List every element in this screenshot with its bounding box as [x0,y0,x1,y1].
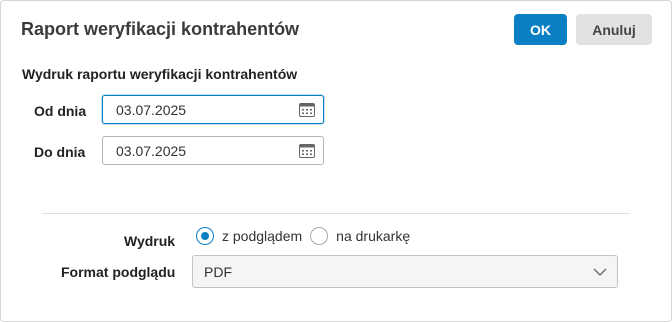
radio-with-preview-label: z podglądem [222,228,303,244]
chevron-down-icon [593,268,607,276]
radio-with-preview[interactable]: z podglądem [196,227,302,245]
print-label: Wydruk [124,233,176,249]
dialog-title: Raport weryfikacji kontrahentów [21,19,300,39]
to-date-value: 03.07.2025 [116,142,187,159]
preview-format-select[interactable]: PDF [192,255,618,288]
cancel-button[interactable]: Anuluj [576,14,652,45]
from-date-label: Od dnia [34,103,87,119]
to-date-label: Do dnia [34,144,86,160]
divider [42,213,630,214]
calendar-icon[interactable] [299,102,315,117]
preview-format-label: Format podglądu [61,264,176,280]
from-date-field[interactable]: 03.07.2025 [102,95,324,124]
calendar-icon[interactable] [299,143,315,158]
preview-format-value: PDF [204,263,232,280]
radio-with-preview-circle[interactable] [196,227,214,245]
radio-to-printer[interactable]: na drukarkę [310,227,410,245]
radio-to-printer-label: na drukarkę [336,228,411,244]
ok-button[interactable]: OK [514,14,567,45]
to-date-field[interactable]: 03.07.2025 [102,136,324,165]
radio-to-printer-circle[interactable] [310,227,329,245]
dialog: Raport weryfikacji kontrahentów OK Anulu… [0,0,672,322]
print-radio-group: z podglądem na drukarkę [196,225,418,247]
from-date-value: 03.07.2025 [116,101,187,118]
section-title: Wydruk raportu weryfikacji kontrahentów [22,66,298,82]
